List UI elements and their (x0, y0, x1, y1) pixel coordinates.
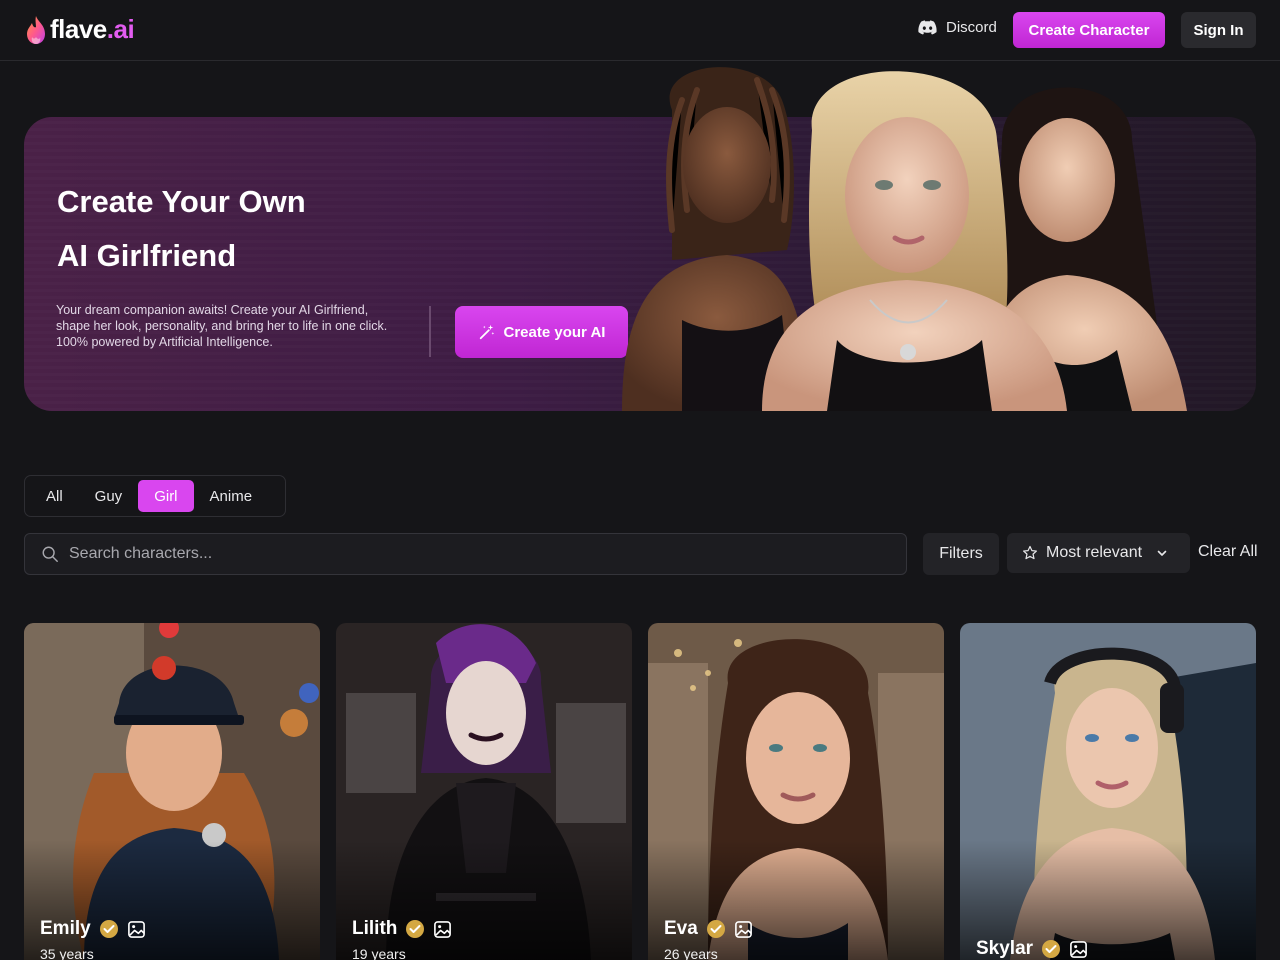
image-icon[interactable] (1069, 940, 1088, 959)
character-name: Eva (664, 918, 698, 939)
character-card[interactable]: Lilith 19 years (336, 623, 632, 960)
verified-badge-icon (1042, 940, 1061, 958)
create-your-ai-label: Create your AI (503, 323, 606, 341)
verified-badge-icon (99, 920, 118, 938)
tab-guy[interactable]: Guy (79, 480, 139, 512)
search-input[interactable] (69, 545, 869, 563)
category-tabs: All Guy Girl Anime (24, 475, 286, 517)
hero-title-line2: AI Girlfriend (57, 238, 237, 273)
search-icon (42, 546, 58, 562)
card-name-row: Skylar (976, 938, 1088, 960)
discord-label: Discord (946, 19, 997, 36)
hero-characters-image (612, 60, 1232, 411)
image-icon[interactable] (734, 920, 753, 939)
character-card[interactable]: Eva 26 years (648, 623, 944, 960)
hero-divider (429, 306, 431, 357)
tab-anime[interactable]: Anime (194, 480, 269, 512)
create-your-ai-button[interactable]: Create your AI (455, 306, 628, 358)
filters-button[interactable]: Filters (923, 533, 999, 575)
logo[interactable]: flave.ai (24, 14, 135, 45)
sort-dropdown[interactable]: Most relevant (1007, 533, 1190, 573)
magic-wand-icon (479, 324, 494, 340)
hero-description: Your dream companion awaits! Create your… (56, 303, 388, 349)
character-name: Emily (40, 918, 91, 939)
character-age: 26 years (664, 946, 718, 960)
character-name: Skylar (976, 938, 1034, 959)
image-icon[interactable] (433, 920, 452, 939)
sign-in-button[interactable]: Sign In (1181, 12, 1256, 48)
character-card[interactable]: Emily 35 years (24, 623, 320, 960)
create-character-button[interactable]: Create Character (1013, 12, 1165, 48)
discord-link[interactable]: Discord (918, 19, 997, 36)
star-icon (1023, 545, 1037, 560)
card-overlay (24, 840, 320, 960)
character-card[interactable]: Skylar (960, 623, 1256, 960)
character-age: 35 years (40, 946, 94, 960)
card-name-row: Eva (664, 918, 753, 940)
card-overlay (648, 840, 944, 960)
clear-all-button[interactable]: Clear All (1198, 543, 1258, 561)
sort-label: Most relevant (1046, 544, 1143, 561)
tab-girl[interactable]: Girl (138, 480, 194, 512)
chevron-down-icon (1157, 550, 1167, 556)
verified-badge-icon (706, 920, 725, 938)
image-icon[interactable] (127, 920, 146, 939)
tab-all[interactable]: All (30, 480, 79, 512)
character-age: 19 years (352, 946, 406, 960)
character-name: Lilith (352, 918, 398, 939)
hero-title-line1: Create Your Own (57, 184, 306, 219)
top-navbar: flave.ai Discord Create Character Sign I… (0, 0, 1280, 61)
verified-badge-icon (406, 920, 425, 938)
logo-text: flave.ai (50, 14, 135, 44)
hero-title: Create Your Own AI Girlfriend (57, 175, 417, 283)
search-box (24, 533, 907, 575)
card-name-row: Emily (40, 918, 146, 940)
card-name-row: Lilith (352, 918, 452, 940)
discord-icon (918, 20, 937, 35)
flame-icon (27, 15, 45, 44)
card-overlay (336, 840, 632, 960)
